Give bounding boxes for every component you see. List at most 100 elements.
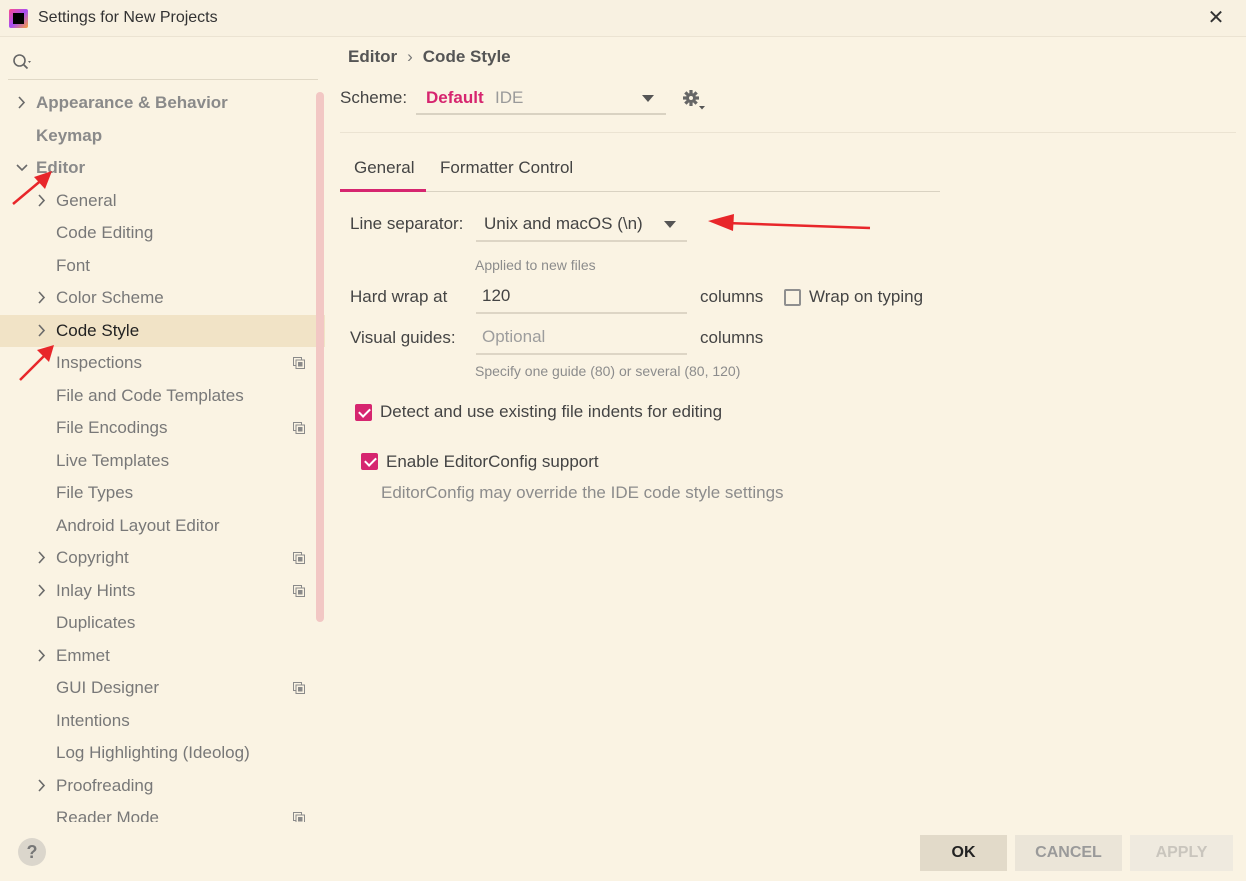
title-bar: Settings for New Projects ✕ xyxy=(0,0,1246,37)
sidebar-item-label: Duplicates xyxy=(56,613,136,632)
sidebar-item-label: Color Scheme xyxy=(56,288,164,307)
project-settings-icon xyxy=(293,422,305,434)
sidebar-item-label: Android Layout Editor xyxy=(56,515,220,535)
visual-guides-input[interactable]: Optional xyxy=(476,321,687,355)
sidebar-item-appearance-behavior[interactable]: Appearance & Behavior xyxy=(0,87,325,119)
sidebar-item-intentions[interactable]: Intentions xyxy=(0,705,325,737)
sidebar-item-file-types[interactable]: File Types xyxy=(0,477,325,509)
scheme-label: Scheme: xyxy=(340,88,408,107)
chevron-right-icon[interactable] xyxy=(16,87,28,119)
visual-guides-hint: Specify one guide (80) or several (80, 1… xyxy=(475,363,741,379)
breadcrumb: Editor › Code Style xyxy=(348,47,511,67)
sidebar-item-label: Code Style xyxy=(56,320,140,340)
sidebar-item-emmet[interactable]: Emmet xyxy=(0,640,325,672)
sidebar-item-label: Font xyxy=(56,255,91,275)
visual-guides-unit: columns xyxy=(700,328,764,347)
detect-indents-checkbox[interactable] xyxy=(355,404,372,421)
window-title: Settings for New Projects xyxy=(38,9,218,26)
sidebar-item-log-highlighting-ideolog[interactable]: Log Highlighting (Ideolog) xyxy=(0,737,325,769)
sidebar-item-label: Inspections xyxy=(56,353,142,372)
detect-indents-label[interactable]: Detect and use existing file indents for… xyxy=(380,402,722,422)
chevron-right-icon[interactable] xyxy=(36,640,48,672)
sidebar-item-label: Proofreading xyxy=(56,775,154,795)
editorconfig-checkbox[interactable] xyxy=(361,453,378,470)
wrap-on-typing-checkbox[interactable] xyxy=(784,289,801,306)
annotation-arrow-icon xyxy=(708,214,871,231)
sidebar-item-code-editing[interactable]: Code Editing xyxy=(0,217,325,249)
search-icon[interactable] xyxy=(12,53,34,73)
hard-wrap-unit: columns xyxy=(700,287,764,306)
hard-wrap-value: 120 xyxy=(482,286,511,305)
sidebar-item-color-scheme[interactable]: Color Scheme xyxy=(0,282,325,314)
close-button[interactable]: ✕ xyxy=(1203,5,1229,31)
sidebar-item-label: GUI Designer xyxy=(56,678,159,697)
sidebar-item-file-and-code-templates[interactable]: File and Code Templates xyxy=(0,380,325,412)
active-tab-indicator xyxy=(340,189,426,192)
gear-icon[interactable] xyxy=(682,89,706,111)
sidebar-item-android-layout-editor[interactable]: Android Layout Editor xyxy=(0,510,325,542)
sidebar-item-inlay-hints[interactable]: Inlay Hints xyxy=(0,575,325,607)
project-settings-icon xyxy=(293,357,305,369)
project-settings-icon xyxy=(293,584,305,597)
sidebar-item-label: File Encodings xyxy=(56,418,168,437)
tabs-underline xyxy=(340,191,940,192)
hard-wrap-label: Hard wrap at xyxy=(350,287,448,306)
sidebar-item-font[interactable]: Font xyxy=(0,250,325,282)
chevron-down-icon xyxy=(664,221,676,228)
editorconfig-label[interactable]: Enable EditorConfig support xyxy=(386,452,599,472)
project-settings-icon xyxy=(293,812,305,822)
sidebar-item-reader-mode[interactable]: Reader Mode xyxy=(0,802,325,822)
sidebar-item-label: Code Editing xyxy=(56,223,154,242)
sidebar-item-label: File and Code Templates xyxy=(56,385,244,405)
chevron-right-icon[interactable] xyxy=(36,770,48,802)
apply-button[interactable]: APPLY xyxy=(1130,835,1233,871)
help-button[interactable]: ? xyxy=(18,838,46,866)
project-settings-icon xyxy=(293,552,305,564)
sidebar-item-label: Log Highlighting (Ideolog) xyxy=(56,743,250,762)
sidebar-item-label: File Types xyxy=(56,483,134,502)
tab-formatter-control[interactable]: Formatter Control xyxy=(440,158,573,178)
sidebar-item-keymap[interactable]: Keymap xyxy=(0,120,325,152)
hard-wrap-input[interactable]: 120 xyxy=(476,280,687,314)
wrap-on-typing-label[interactable]: Wrap on typing xyxy=(809,287,923,307)
ok-button[interactable]: OK xyxy=(920,835,1007,871)
annotation-arrow-icon xyxy=(12,171,52,205)
chevron-right-icon[interactable] xyxy=(36,282,48,314)
editorconfig-hint: EditorConfig may override the IDE code s… xyxy=(381,483,784,502)
visual-guides-label: Visual guides: xyxy=(350,328,456,347)
line-separator-dropdown[interactable]: Unix and macOS (\n) xyxy=(476,208,687,242)
sidebar-item-gui-designer[interactable]: GUI Designer xyxy=(0,672,325,704)
search-input[interactable] xyxy=(8,79,318,80)
sidebar-item-label: Reader Mode xyxy=(56,808,160,822)
cancel-button[interactable]: CANCEL xyxy=(1015,835,1122,871)
sidebar-item-live-templates[interactable]: Live Templates xyxy=(0,445,325,477)
sidebar-item-label: General xyxy=(56,190,117,210)
chevron-right-icon[interactable] xyxy=(36,542,48,574)
sidebar-item-copyright[interactable]: Copyright xyxy=(0,542,325,574)
sidebar-item-proofreading[interactable]: Proofreading xyxy=(0,770,325,802)
tab-general[interactable]: General xyxy=(354,158,414,178)
header-divider xyxy=(340,132,1236,133)
chevron-right-icon[interactable] xyxy=(36,575,48,607)
chevron-down-icon xyxy=(642,95,654,102)
intellij-logo-icon xyxy=(9,9,28,28)
project-settings-icon xyxy=(293,682,305,694)
visual-guides-placeholder: Optional xyxy=(482,327,546,346)
sidebar-scrollbar[interactable] xyxy=(316,92,324,622)
sidebar-item-label: Appearance & Behavior xyxy=(36,93,228,112)
sidebar-item-label: Inlay Hints xyxy=(56,580,136,600)
scheme-name: Default xyxy=(426,88,484,107)
line-separator-label: Line separator: xyxy=(350,214,464,233)
sidebar-item-file-encodings[interactable]: File Encodings xyxy=(0,412,325,444)
scheme-dropdown[interactable]: Default IDE xyxy=(416,83,666,115)
line-separator-hint: Applied to new files xyxy=(475,257,596,273)
sidebar-item-label: Emmet xyxy=(56,645,110,665)
sidebar-item-label: Intentions xyxy=(56,710,130,730)
sidebar-item-duplicates[interactable]: Duplicates xyxy=(0,607,325,639)
sidebar-item-label: Live Templates xyxy=(56,450,170,470)
line-separator-value: Unix and macOS (\n) xyxy=(484,214,643,233)
annotation-arrow-icon xyxy=(19,345,54,381)
scheme-type: IDE xyxy=(495,88,524,107)
breadcrumb-parent[interactable]: Editor xyxy=(348,47,397,66)
breadcrumb-separator: › xyxy=(407,47,413,66)
